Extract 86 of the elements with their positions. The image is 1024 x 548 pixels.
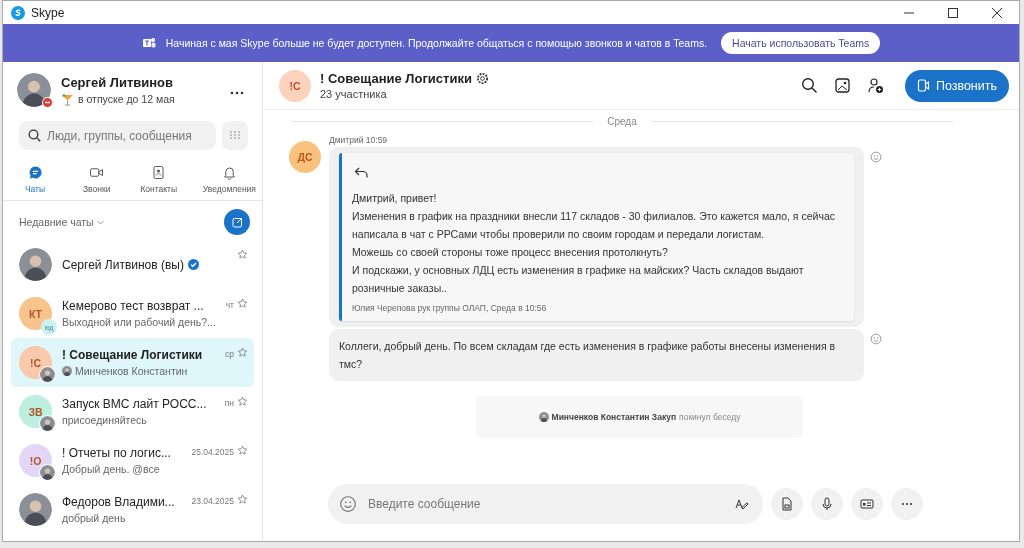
search-icon bbox=[28, 129, 41, 142]
maximize-icon[interactable] bbox=[948, 7, 958, 18]
chat-list-item[interactable]: !С ! Совещание Логистики Минченков Константин ср bbox=[11, 338, 254, 387]
nav-tab[interactable]: Звонки bbox=[78, 165, 115, 194]
chat-icon bbox=[27, 165, 43, 180]
chat-list-item[interactable]: Федоров Владими... добрый день 23.04.2025 bbox=[11, 485, 254, 534]
call-button[interactable]: Позвонить bbox=[904, 69, 1009, 102]
chevron-down-icon bbox=[96, 219, 104, 225]
chat-time: 23.04.2025 bbox=[191, 495, 234, 506]
chat-preview: Минченков Константин bbox=[75, 365, 188, 377]
avatar-icon bbox=[39, 415, 56, 432]
bell-icon bbox=[221, 165, 237, 180]
emoji-icon[interactable] bbox=[339, 495, 357, 513]
chat-title: Запуск ВМС лайт РОСС... bbox=[62, 397, 207, 411]
notice-action: покинул беседу bbox=[679, 412, 741, 422]
file-icon[interactable] bbox=[771, 488, 803, 520]
new-chat-button[interactable] bbox=[224, 209, 250, 235]
gallery-icon[interactable] bbox=[833, 77, 851, 94]
banner-text: Начиная с мая Skype больше не будет доступен. Продолжайте общаться с помощью звонков и чатов в Teams. bbox=[165, 37, 708, 49]
nav-tab[interactable]: Уведомления bbox=[202, 165, 256, 194]
chat-title: Кемерово тест возврат ... bbox=[62, 299, 204, 313]
search-field[interactable]: Люди, группы, сообщения bbox=[19, 121, 216, 150]
add-person-icon[interactable] bbox=[866, 77, 884, 94]
chat-preview: Добрый день. @все bbox=[62, 463, 160, 475]
star-icon[interactable] bbox=[237, 347, 248, 358]
star-icon[interactable] bbox=[237, 445, 248, 456]
chat-time: 25.04.2025 bbox=[191, 446, 234, 457]
close-icon[interactable] bbox=[992, 7, 1002, 18]
profile-name: Сергей Литвинов bbox=[61, 74, 175, 90]
window-title: Skype bbox=[31, 5, 65, 20]
chat-title: ! Совещание Логистики bbox=[62, 348, 203, 362]
avatar-icon bbox=[538, 412, 549, 422]
star-icon[interactable] bbox=[237, 396, 248, 407]
avatar: ДС bbox=[289, 141, 321, 173]
avatar-icon bbox=[39, 464, 56, 481]
message-field[interactable]: Введите сообщение bbox=[328, 484, 763, 524]
chat-title: ! Отчеты по логис... bbox=[62, 446, 171, 460]
emoji-icon[interactable] bbox=[870, 151, 882, 163]
quote-attribution: Юлия Черепова рук группы ОЛАП, Среда в 10:56 bbox=[352, 303, 548, 313]
recent-chats-dropdown[interactable]: Недавние чаты bbox=[19, 216, 104, 228]
star-icon[interactable] bbox=[237, 298, 248, 309]
start-teams-button[interactable]: Начать использовать Teams bbox=[721, 32, 881, 54]
conversation-title: ! Совещание Логистики bbox=[320, 71, 472, 86]
text-format-icon[interactable] bbox=[735, 497, 749, 511]
notice-person: Минченков Константин Закуп bbox=[551, 412, 677, 422]
settings-icon[interactable] bbox=[475, 72, 489, 85]
chat-time: чт bbox=[225, 299, 234, 310]
emoji-icon[interactable] bbox=[870, 333, 882, 345]
compose-icon bbox=[231, 216, 243, 228]
chat-time: ср bbox=[225, 348, 234, 359]
contact-card-icon[interactable] bbox=[851, 488, 883, 520]
nav-tab[interactable]: Чаты bbox=[17, 165, 53, 194]
app-logo-icon bbox=[11, 5, 25, 20]
video-call-icon bbox=[916, 79, 930, 92]
chat-preview: присоединяйтесь bbox=[62, 414, 147, 426]
do-not-disturb-icon bbox=[42, 97, 53, 108]
participant-count: 23 участника bbox=[320, 88, 388, 100]
chat-preview: Выходной или рабочий день?... bbox=[62, 316, 216, 328]
message-meta: Дмитрий 10:59 bbox=[329, 135, 389, 145]
chat-list-item[interactable]: ЗВ Запуск ВМС лайт РОСС... присоединяйтесь пн bbox=[11, 387, 254, 436]
chat-time: пн bbox=[224, 397, 234, 408]
avatar: !С bbox=[279, 69, 311, 102]
chat-title: Сергей Литвинов (вы) bbox=[62, 257, 184, 272]
chat-list-item[interactable]: !О ! Отчеты по логис... Добрый день. @все 25.04.2025 bbox=[11, 436, 254, 485]
profile-status: в отпуске до 12 мая bbox=[78, 93, 175, 105]
day-divider: Среда bbox=[607, 116, 637, 127]
avatar-icon bbox=[19, 248, 52, 281]
search-icon[interactable] bbox=[800, 77, 818, 94]
chat-list-item[interactable]: Сергей Литвинов (вы) bbox=[11, 240, 254, 289]
message-bubble: Коллеги, добрый день. По всем складам где есть изменения в графике работы внесены изменения в тмс? bbox=[329, 329, 864, 381]
star-icon[interactable] bbox=[237, 249, 248, 260]
nav-tab[interactable]: Контакты bbox=[140, 165, 178, 194]
reply-icon bbox=[354, 167, 368, 179]
chat-title: Федоров Владими... bbox=[62, 495, 175, 509]
teams-icon bbox=[141, 36, 156, 50]
quote-text: Дмитрий, привет! Изменения в график на праздники внесли 117 складов - 30 филиалов. Это кажется мало, я сейчас написала в чат с РРСами чтобы проверили по своим городам и передали логистам. Можешь со своей стороны тоже процесс внесения протолкнуть? И подскажи, у основных ЛДЦ есть изменения в графике на майских? Часть складов выдают розничные заказы.. bbox=[352, 191, 836, 296]
avatar-icon bbox=[17, 73, 51, 107]
video-camera-icon bbox=[89, 165, 105, 180]
contact-card-icon bbox=[151, 165, 167, 180]
star-icon[interactable] bbox=[237, 494, 248, 505]
cocktail-icon bbox=[61, 92, 74, 106]
dialpad-icon[interactable] bbox=[222, 121, 248, 150]
chat-preview: добрый день bbox=[62, 512, 126, 524]
microphone-icon[interactable] bbox=[811, 488, 843, 520]
avatar-icon bbox=[19, 493, 52, 526]
avatar-icon bbox=[39, 366, 56, 383]
